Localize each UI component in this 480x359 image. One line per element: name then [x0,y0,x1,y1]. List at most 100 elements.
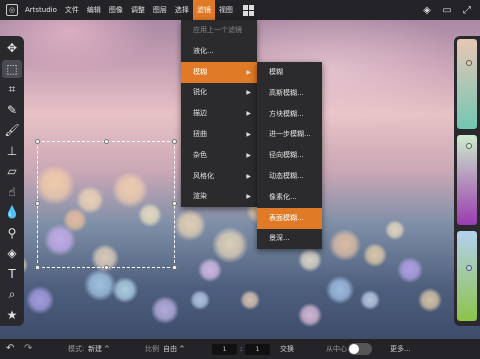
menu-file[interactable]: 文件 [61,0,83,20]
blur-menu-item[interactable]: 径向模糊... [257,145,322,166]
filter-menu-item[interactable]: 描边 ▶ [181,103,257,124]
color-panel [454,36,480,326]
selection-handle-bottom-right[interactable] [172,265,177,270]
text-tool-icon[interactable]: T [2,265,22,283]
hue-slider-knob[interactable] [466,143,472,150]
blur-menu-item-label: 径向模糊... [269,151,304,160]
submenu-arrow-icon: ▶ [246,131,251,138]
eyedropper-tool-icon[interactable]: ✎ [2,101,22,119]
ratio-value[interactable]: 自由 [163,339,177,359]
selection-handle-top-right[interactable] [172,139,177,144]
menu-view[interactable]: 视图 [215,0,237,20]
fill-tool-icon[interactable]: ◈ [2,244,22,262]
blur-menu-item[interactable]: 方块模糊... [257,104,322,125]
blur-menu-item[interactable]: 高斯模糊... [257,83,322,104]
bokeh-light [112,277,138,303]
selection-handle-bottom[interactable] [104,265,109,270]
blur-tool-icon[interactable]: 💧 [2,203,22,221]
filter-menu-item[interactable]: 扭曲 ▶ [181,124,257,145]
smudge-tool-icon[interactable]: ☝ [2,183,22,201]
filter-menu-item: 应用上一个滤镜 [181,20,257,41]
options-bar: ↶ ↷ 模式: 新建 ^ 比例 自由 ^ 1 : 1 交换 从中心 更多... [0,339,480,359]
filter-menu-item[interactable]: 风格化 ▶ [181,166,257,187]
filter-menu-item-label: 应用上一个滤镜 [193,26,242,34]
ratio-height-field[interactable]: 1 [245,344,270,355]
dodge-tool-icon[interactable]: ⚲ [2,224,22,242]
from-center-toggle[interactable] [348,343,372,355]
filter-menu-item[interactable]: 杂色 ▶ [181,145,257,166]
blur-menu-item[interactable]: 动态模糊... [257,166,322,187]
menu-select[interactable]: 选择 [171,0,193,20]
fullscreen-icon[interactable]: ⤢ [460,4,474,16]
blur-menu-item[interactable]: 表面模糊... [257,207,322,229]
blur-menu-item-label: 动态模糊... [269,172,304,180]
blur-menu-item-label: 方块模糊... [269,109,304,118]
bokeh-light [174,209,206,241]
color-slider-knob[interactable] [466,60,472,66]
ratio-chevron-icon[interactable]: ^ [179,339,185,359]
bokeh-light [363,243,387,267]
color-swatch-hue[interactable] [457,135,477,225]
redo-icon[interactable]: ↷ [24,339,32,359]
mode-value[interactable]: 新建 [88,339,102,359]
selection-marquee[interactable] [35,139,177,270]
bokeh-light [151,296,179,324]
toggle-knob [349,344,359,354]
filter-menu-item-label: 扭曲 [193,130,207,138]
app-logo-icon: ◎ [6,4,18,16]
blur-menu-item[interactable]: 景深... [257,228,322,249]
filter-menu-item[interactable]: 模糊 ▶ [181,61,257,83]
filter-menu-item-label: 锐化 [193,88,207,97]
window-icon[interactable]: ▭ [440,4,454,16]
filter-menu-item-label: 渲染 [193,192,207,201]
menu-adjust[interactable]: 调整 [127,0,149,20]
bokeh-light [360,290,380,310]
undo-icon[interactable]: ↶ [6,339,14,359]
zoom-tool-icon[interactable]: ⌕ [2,285,22,303]
selection-handle-top[interactable] [104,139,109,144]
grid-icon[interactable] [242,4,254,16]
menu-edit[interactable]: 编辑 [83,0,105,20]
blur-menu-item[interactable]: 进一步模糊... [257,124,322,145]
filter-menu-item[interactable]: 渲染 ▶ [181,186,257,207]
menu-layer[interactable]: 图层 [149,0,171,20]
swap-button[interactable]: 交换 [280,339,294,359]
bokeh-light [329,229,361,261]
selection-handle-bottom-left[interactable] [35,265,40,270]
mode-chevron-icon[interactable]: ^ [104,339,110,359]
submenu-arrow-icon: ▶ [246,89,251,97]
filter-menu-item[interactable]: 锐化 ▶ [181,82,257,103]
selection-handle-left[interactable] [35,201,40,206]
bokeh-light [397,257,423,283]
opacity-slider-knob[interactable] [466,264,472,271]
bokeh-light [190,290,210,310]
menu-image[interactable]: 图像 [105,0,127,20]
submenu-arrow-icon: ▶ [246,110,251,118]
favorites-tool-icon[interactable]: ★ [2,306,22,324]
blur-menu-item[interactable]: 模糊 [257,62,322,83]
mode-label: 模式: [68,345,85,353]
blur-menu-item-label: 高斯模糊... [269,88,304,97]
filter-menu-item-label: 风格化 [193,171,214,180]
selection-handle-right[interactable] [172,201,177,206]
ratio-width-field[interactable]: 1 [212,344,237,355]
crop-tool-icon[interactable]: ⌗ [2,80,22,98]
layers-icon[interactable]: ◈ [420,4,434,16]
color-swatch-secondary[interactable] [457,231,477,321]
stamp-tool-icon[interactable]: ⊥ [2,142,22,160]
blur-menu-item-label: 进一步模糊... [269,130,311,139]
menu-filter[interactable]: 滤镜 [192,0,215,20]
blur-menu-item[interactable]: 像素化... [257,187,322,208]
color-swatch-primary[interactable] [457,39,477,129]
selection-handle-top-left[interactable] [35,139,40,144]
move-tool-icon[interactable]: ✥ [2,39,22,57]
brush-tool-icon[interactable]: 🖌 [2,121,22,139]
eraser-tool-icon[interactable]: ▱ [2,162,22,180]
bokeh-light [26,286,54,314]
submenu-arrow-icon: ▶ [246,151,251,159]
marquee-tool-icon[interactable]: ⬚ [2,59,22,78]
blur-submenu: 模糊高斯模糊... 方块模糊... 进一步模糊... 径向模糊... 动态模糊... 像素… [257,62,322,249]
blur-menu-item-label: 模糊 [269,68,283,76]
filter-menu-item[interactable]: 液化... [181,41,257,62]
more-button[interactable]: 更多... [390,339,411,359]
